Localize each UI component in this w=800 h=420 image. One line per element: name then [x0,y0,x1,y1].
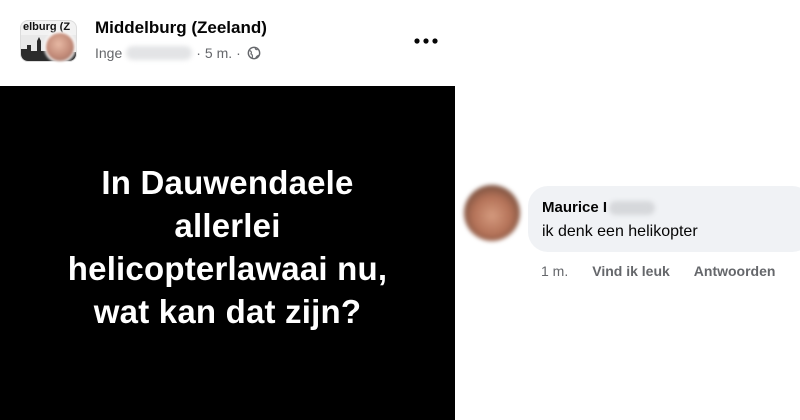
commenter-avatar[interactable] [464,185,520,241]
comment-text: ik denk een helikopter [542,223,698,240]
redacted-surname [609,200,656,215]
globe-icon[interactable] [247,46,261,60]
group-name[interactable]: Middelburg (Zeeland) [95,18,267,38]
post-text-line: wat kan dat zijn? [93,293,362,330]
post-header: elburg (Z Middelburg (Zeeland) Inge · 5 … [0,0,455,86]
post-text-line: In Dauwendaele [101,164,354,201]
post-text: In Dauwendaele allerlei helicopterlawaai… [13,161,443,333]
comment: Maurice I ik denk een helikopter 1 m. Vi… [455,0,800,420]
comment-actions: 1 m. Vind ik leuk Antwoorden [541,262,775,280]
post-text-background: In Dauwendaele allerlei helicopterlawaai… [0,86,455,420]
more-options-button[interactable] [408,26,444,56]
author-name[interactable]: Inge [95,45,122,61]
more-options-icon [414,38,438,44]
meta-separator: · [236,45,241,61]
comment-bubble: Maurice I ik denk een helikopter [528,186,800,252]
meta-separator: · [196,45,201,61]
post-meta: Inge · 5 m. · [95,43,261,63]
reply-button[interactable]: Antwoorden [694,263,776,279]
commenter-name-text: Maurice I [542,199,608,216]
post-text-line: allerlei [174,207,281,244]
like-button[interactable]: Vind ik leuk [592,263,670,279]
post-text-line: helicopterlawaai nu, [67,250,388,287]
redacted-surname [126,46,193,60]
group-post: elburg (Z Middelburg (Zeeland) Inge · 5 … [0,0,455,420]
author-avatar[interactable] [44,31,76,63]
comment-time[interactable]: 1 m. [541,263,568,279]
commenter-name[interactable]: Maurice I [542,199,656,216]
post-timestamp[interactable]: 5 m. [205,45,232,61]
